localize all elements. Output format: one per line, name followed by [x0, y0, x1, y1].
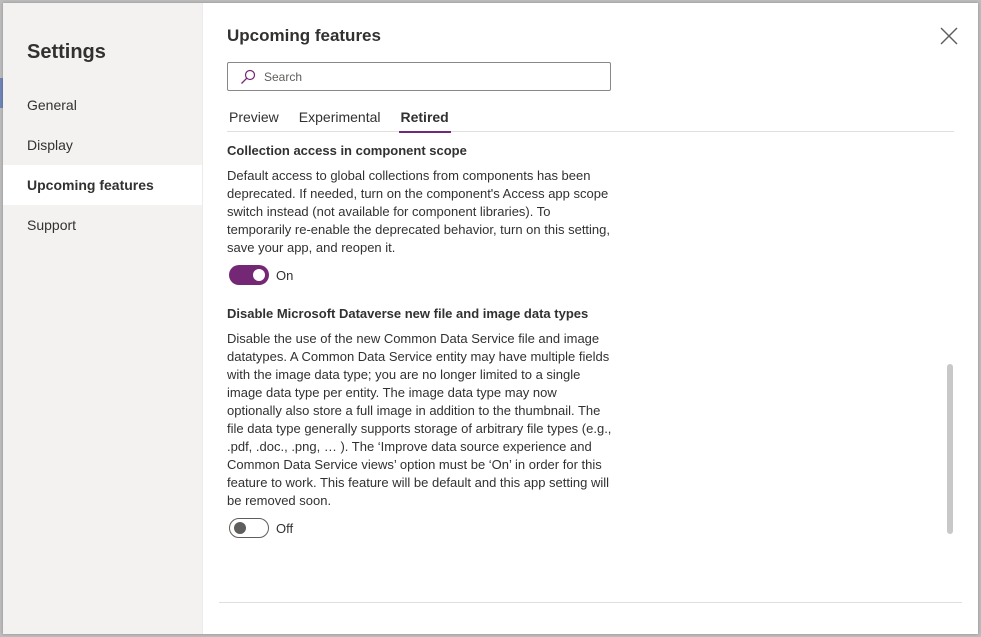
toggle-label: On	[276, 267, 294, 283]
sidebar-item-support[interactable]: Support	[3, 205, 202, 245]
feature-description: Disable the use of the new Common Data S…	[227, 331, 612, 508]
collection-access-toggle[interactable]	[229, 265, 269, 285]
vertical-scrollbar[interactable]	[947, 364, 953, 534]
search-box[interactable]	[227, 62, 611, 91]
feature-title: Disable Microsoft Dataverse new file and…	[227, 306, 589, 321]
settings-dialog: Settings General Display Upcoming featur…	[3, 3, 978, 634]
sidebar-item-general[interactable]: General	[3, 85, 202, 125]
disable-dataverse-file-image-toggle[interactable]	[229, 518, 269, 538]
toggle-row: On	[227, 265, 612, 285]
search-icon	[241, 69, 256, 84]
tab-preview[interactable]: Preview	[227, 106, 281, 132]
feature-description: Default access to global collections fro…	[227, 168, 611, 255]
toggle-knob	[253, 269, 265, 281]
search-input[interactable]	[264, 63, 610, 90]
feature-item: Disable Microsoft Dataverse new file and…	[227, 306, 612, 538]
tab-experimental[interactable]: Experimental	[297, 106, 383, 132]
sidebar-item-display[interactable]: Display	[3, 125, 202, 165]
toggle-row: Off	[227, 518, 612, 538]
close-icon	[940, 27, 958, 45]
page-title: Upcoming features	[227, 26, 381, 45]
sidebar-item-upcoming-features[interactable]: Upcoming features	[3, 165, 202, 205]
settings-main-panel: Upcoming features Preview Experimental R…	[203, 3, 978, 634]
tab-retired[interactable]: Retired	[398, 106, 451, 133]
settings-sidebar: Settings General Display Upcoming featur…	[3, 3, 203, 634]
toggle-label: Off	[276, 520, 294, 536]
feature-item: Collection access in component scope Def…	[227, 143, 612, 285]
feature-title: Collection access in component scope	[227, 143, 467, 158]
feature-tabs: Preview Experimental Retired	[227, 106, 954, 133]
toggle-knob	[234, 522, 246, 534]
sidebar-title: Settings	[27, 41, 106, 63]
close-button[interactable]	[938, 25, 960, 47]
features-list: Collection access in component scope Def…	[227, 143, 612, 559]
footer-divider	[219, 602, 962, 603]
